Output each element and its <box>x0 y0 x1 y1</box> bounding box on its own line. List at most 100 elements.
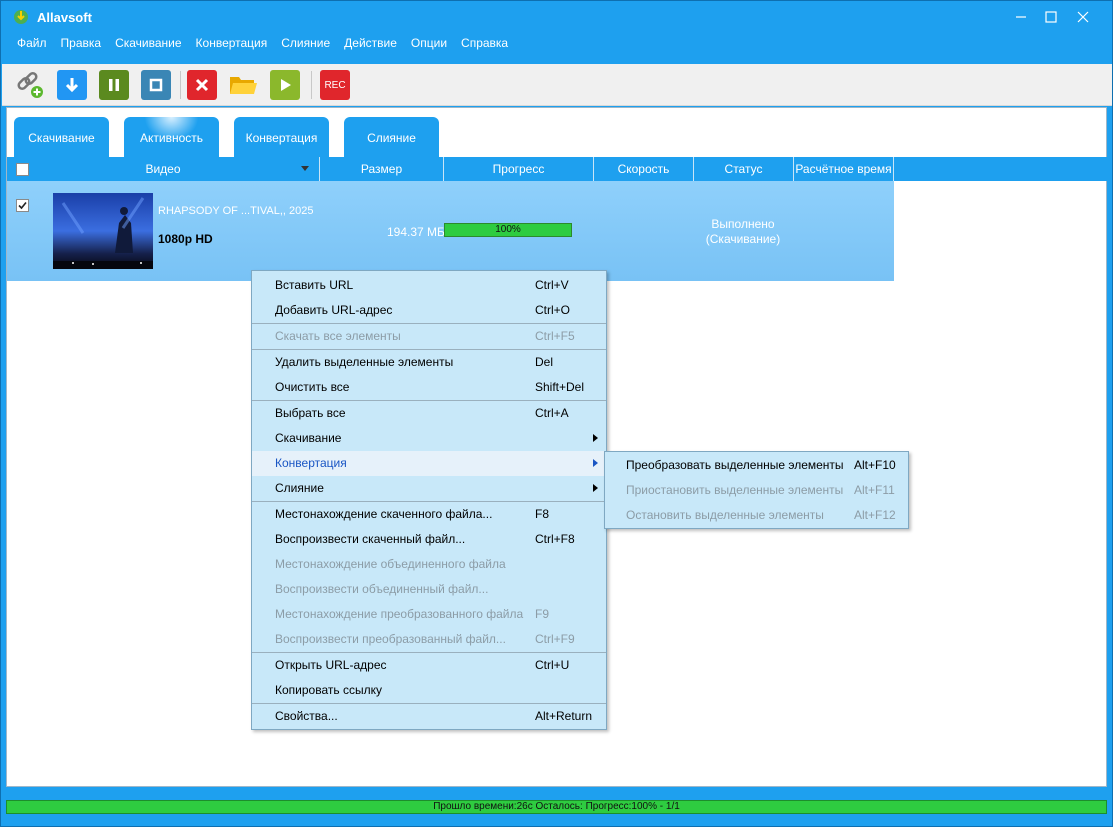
rec-label: REC <box>324 80 345 91</box>
menu-item-properties[interactable]: Свойства... Alt+Return <box>252 704 606 729</box>
menu-item-label: Добавить URL-адрес <box>275 298 392 323</box>
tab-download[interactable]: Скачивание <box>14 117 109 159</box>
menu-item-open-url[interactable]: Открыть URL-адресCtrl+U <box>252 653 606 678</box>
menu-item-label: Остановить выделенные элементы <box>626 503 824 528</box>
minimize-button[interactable] <box>1005 3 1037 31</box>
menu-bar: Файл Правка Скачивание Конвертация Слиян… <box>1 33 1112 55</box>
col-status-label: Статус <box>725 162 763 176</box>
menu-item-shortcut: Alt+F11 <box>854 478 895 503</box>
tab-label: Слияние <box>367 131 416 145</box>
menu-item-play-converted[interactable]: Воспроизвести преобразованный файл... Ctr… <box>252 627 606 652</box>
pause-button[interactable] <box>99 70 129 100</box>
add-link-button[interactable] <box>14 70 44 100</box>
menu-item-label: Свойства... <box>275 704 338 729</box>
stop-button[interactable] <box>141 70 171 100</box>
menu-item-merge-submenu[interactable]: Слияние <box>252 476 606 501</box>
menu-item-shortcut: Ctrl+A <box>535 401 569 426</box>
menu-item-shortcut: Ctrl+O <box>535 298 570 323</box>
col-video-label: Видео <box>145 162 180 176</box>
col-eta[interactable]: Расчётное время <box>794 157 894 181</box>
menu-item-play-merged[interactable]: Воспроизвести объединенный файл... <box>252 577 606 602</box>
menu-item-add-url[interactable]: Добавить URL-адрес Ctrl+O <box>252 298 606 323</box>
col-video[interactable]: Видео <box>7 157 320 181</box>
record-button[interactable]: REC <box>320 70 350 100</box>
menu-item-label: Копировать ссылку <box>275 678 382 703</box>
col-status[interactable]: Статус <box>694 157 794 181</box>
menu-item-copy-link[interactable]: Копировать ссылку <box>252 678 606 703</box>
menu-convert[interactable]: Конвертация <box>189 33 275 55</box>
convert-submenu: Преобразовать выделенные элементыAlt+F10… <box>604 451 909 529</box>
toolbar-separator <box>180 71 181 99</box>
menu-item-select-all[interactable]: Выбрать все Ctrl+A <box>252 401 606 426</box>
table-row[interactable]: RHAPSODY OF ...TIVAL,, 2025 1080p HD 194… <box>7 181 894 281</box>
video-thumbnail <box>53 193 153 269</box>
menu-item-locate-downloaded[interactable]: Местонахождение скаченного файла... F8 <box>252 502 606 527</box>
menu-item-label: Удалить выделенные элементы <box>275 350 453 375</box>
menu-item-label: Воспроизвести объединенный файл... <box>275 577 488 602</box>
menu-edit[interactable]: Правка <box>54 33 109 55</box>
status-line-2: (Скачивание) <box>697 232 789 247</box>
close-button[interactable] <box>1067 3 1099 31</box>
video-quality: 1080p HD <box>158 232 213 246</box>
open-folder-button[interactable] <box>228 70 258 100</box>
context-menu: Вставить URLCtrl+V Добавить URL-адрес Ctr… <box>251 270 607 730</box>
menu-item-label: Конвертация <box>275 451 347 476</box>
submenu-item-convert-selected[interactable]: Преобразовать выделенные элементыAlt+F10 <box>605 453 908 478</box>
col-speed[interactable]: Скорость <box>594 157 694 181</box>
video-size: 194.37 МБ <box>387 225 445 239</box>
row-checkbox[interactable] <box>16 199 29 212</box>
delete-x-icon <box>192 75 212 95</box>
menu-file[interactable]: Файл <box>10 33 54 55</box>
col-size-label: Размер <box>361 162 402 176</box>
tab-label: Конвертация <box>246 131 318 145</box>
menu-item-shortcut: Ctrl+F5 <box>535 324 575 349</box>
menu-action[interactable]: Действие <box>337 33 404 55</box>
app-window: Allavsoft Файл Правка Скачивание Конверт… <box>0 0 1113 827</box>
tab-label: Активность <box>140 131 203 145</box>
menu-item-label: Скачать все элементы <box>275 324 401 349</box>
tab-convert[interactable]: Конвертация <box>234 117 329 159</box>
submenu-arrow-icon <box>593 484 598 492</box>
tab-activity[interactable]: Активность <box>124 117 219 159</box>
menu-item-label: Скачивание <box>275 426 341 451</box>
folder-icon <box>228 72 258 98</box>
download-arrow-icon <box>62 75 82 95</box>
menu-download[interactable]: Скачивание <box>108 33 188 55</box>
menu-merge[interactable]: Слияние <box>274 33 337 55</box>
download-button[interactable] <box>57 70 87 100</box>
menu-item-clear-all[interactable]: Очистить всеShift+Del <box>252 375 606 400</box>
menu-item-label: Местонахождение объединенного файла <box>275 552 506 577</box>
submenu-item-stop-selected[interactable]: Остановить выделенные элементыAlt+F12 <box>605 503 908 528</box>
menu-item-download-all[interactable]: Скачать все элементы Ctrl+F5 <box>252 324 606 349</box>
menu-help[interactable]: Справка <box>454 33 515 55</box>
status-bar-text: Прошло времени:26с Осталось: Прогресс:10… <box>7 801 1106 813</box>
play-button[interactable] <box>270 70 300 100</box>
menu-item-download-submenu[interactable]: Скачивание <box>252 426 606 451</box>
menu-item-locate-converted[interactable]: Местонахождение преобразованного файлаF9 <box>252 602 606 627</box>
menu-item-shortcut: Ctrl+F9 <box>535 627 575 652</box>
menu-item-paste-url[interactable]: Вставить URLCtrl+V <box>252 273 606 298</box>
tab-merge[interactable]: Слияние <box>344 117 439 159</box>
menu-item-label: Местонахождение скаченного файла... <box>275 502 492 527</box>
menu-item-shortcut: Del <box>535 350 553 375</box>
menu-item-shortcut: F8 <box>535 502 549 527</box>
menu-item-locate-merged[interactable]: Местонахождение объединенного файла <box>252 552 606 577</box>
menu-item-shortcut: Alt+Return <box>535 704 592 729</box>
pause-icon <box>104 75 124 95</box>
menu-item-shortcut: Shift+Del <box>535 375 584 400</box>
menu-item-label: Воспроизвести преобразованный файл... <box>275 627 506 652</box>
col-size[interactable]: Размер <box>320 157 444 181</box>
menu-item-play-downloaded[interactable]: Воспроизвести скаченный файл...Ctrl+F8 <box>252 527 606 552</box>
maximize-icon <box>1045 11 1057 23</box>
menu-options[interactable]: Опции <box>404 33 454 55</box>
menu-item-label: Выбрать все <box>275 401 346 426</box>
col-progress[interactable]: Прогресс <box>444 157 594 181</box>
title-bar: Allavsoft <box>1 1 1112 33</box>
col-speed-label: Скорость <box>618 162 670 176</box>
menu-item-delete-selected[interactable]: Удалить выделенные элементы Del <box>252 350 606 375</box>
menu-item-convert-submenu[interactable]: Конвертация <box>252 451 606 476</box>
maximize-button[interactable] <box>1035 3 1067 31</box>
menu-item-label: Местонахождение преобразованного файла <box>275 602 523 627</box>
submenu-item-pause-selected[interactable]: Приостановить выделенные элементыAlt+F11 <box>605 478 908 503</box>
delete-button[interactable] <box>187 70 217 100</box>
